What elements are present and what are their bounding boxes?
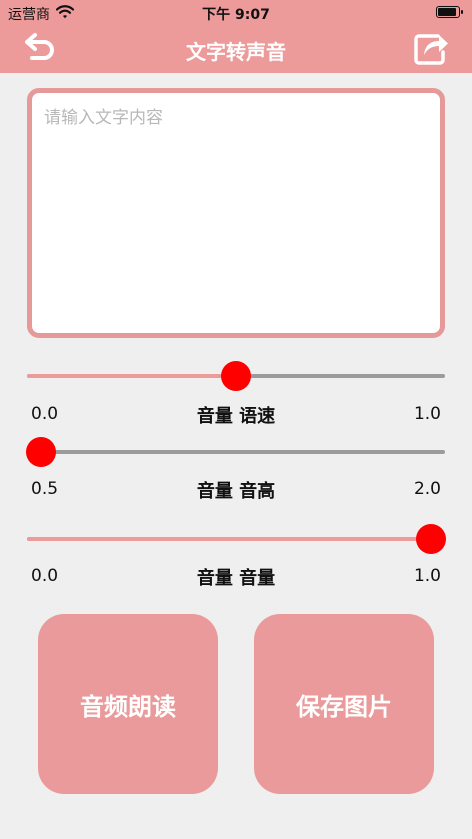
top-bar: 运营商 下午 9:07 文字转声音 [0, 0, 472, 73]
slider-thumb[interactable] [416, 524, 446, 554]
share-icon[interactable] [412, 30, 450, 66]
status-time: 下午 9:07 [202, 7, 270, 23]
battery-icon [436, 6, 463, 18]
app-screen: 运营商 下午 9:07 文字转声音 0.0 音量 语速 1.0 [0, 0, 472, 839]
save-image-button[interactable]: 保存图片 [254, 614, 434, 794]
slider-thumb[interactable] [26, 437, 56, 467]
volume-slider[interactable] [27, 524, 446, 554]
slider-fill [27, 537, 431, 541]
speed-label: 音量 语速 [196, 406, 276, 427]
pitch-max-label: 2.0 [413, 479, 441, 499]
pitch-label: 音量 音高 [196, 481, 276, 502]
status-bar: 运营商 下午 9:07 [0, 0, 472, 24]
text-input-box[interactable] [27, 88, 445, 338]
volume-slider-labels: 0.0 音量 音量 1.0 [31, 564, 441, 589]
slider-thumb[interactable] [221, 361, 251, 391]
page-title: 文字转声音 [186, 40, 286, 64]
text-input[interactable] [32, 93, 440, 333]
volume-label: 音量 音量 [196, 568, 276, 589]
pitch-slider[interactable] [26, 437, 445, 467]
speed-max-label: 1.0 [413, 404, 441, 424]
pitch-slider-labels: 0.5 音量 音高 2.0 [31, 477, 441, 502]
volume-max-label: 1.0 [413, 566, 441, 586]
slider-fill [27, 374, 236, 378]
read-aloud-button[interactable]: 音频朗读 [38, 614, 218, 794]
speed-slider-labels: 0.0 音量 语速 1.0 [31, 402, 441, 427]
slider-track [27, 450, 445, 454]
speed-slider[interactable] [27, 361, 445, 391]
